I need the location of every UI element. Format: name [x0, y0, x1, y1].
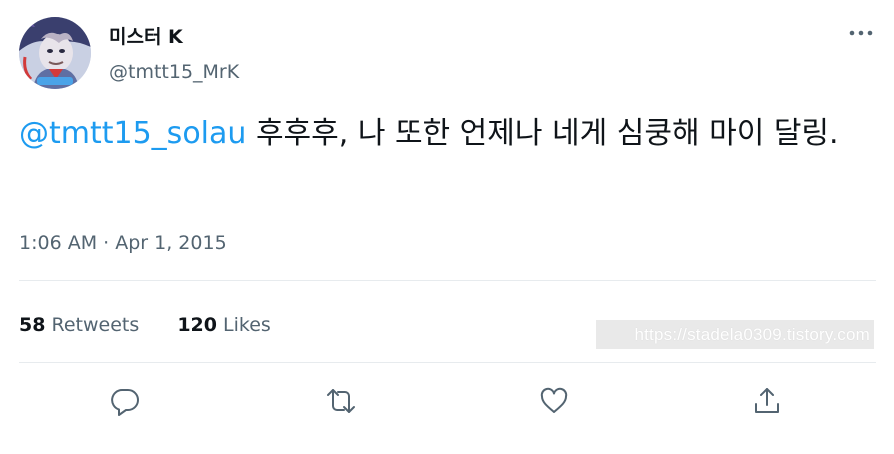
more-horizontal-icon [849, 30, 873, 36]
tweet-card: 미스터 K @tmtt15_MrK @tmtt15_solau 후후후, 나 또… [0, 0, 894, 454]
avatar-image [19, 17, 91, 89]
divider [19, 362, 876, 363]
mention-link[interactable]: @tmtt15_solau [19, 116, 246, 151]
tweet-stats: 58 Retweets 120 Likes [19, 312, 303, 338]
share-icon [755, 388, 779, 413]
more-options-button[interactable] [843, 19, 879, 47]
likes-label: Likes [223, 314, 271, 336]
tweet-time[interactable]: 1:06 AM [19, 232, 97, 254]
likes-count: 120 [177, 314, 217, 336]
tweet-text: @tmtt15_solau 후후후, 나 또한 언제나 네게 심쿵해 마이 달링… [19, 111, 879, 157]
tweet-date[interactable]: Apr 1, 2015 [115, 232, 226, 254]
meta-separator: · [97, 232, 116, 254]
retweet-button[interactable] [321, 381, 361, 421]
watermark: https://stadela0309.tistory.com [596, 320, 874, 349]
user-handle[interactable]: @tmtt15_MrK [109, 59, 239, 85]
likes-stat[interactable]: 120 Likes [177, 312, 271, 338]
divider [19, 280, 876, 281]
reply-icon [111, 389, 139, 416]
avatar[interactable] [19, 17, 91, 89]
tweet-body: 후후후, 나 또한 언제나 네게 심쿵해 마이 달링. [246, 116, 839, 151]
tweet-timestamp[interactable]: 1:06 AM · Apr 1, 2015 [19, 230, 227, 256]
retweets-stat[interactable]: 58 Retweets [19, 312, 139, 338]
like-button[interactable] [534, 381, 574, 421]
retweet-icon [327, 389, 355, 413]
retweets-count: 58 [19, 314, 46, 336]
reply-button[interactable] [105, 381, 145, 421]
display-name[interactable]: 미스터 K [109, 24, 183, 50]
share-button[interactable] [747, 381, 787, 421]
heart-icon [540, 387, 568, 413]
retweets-label: Retweets [51, 314, 140, 336]
